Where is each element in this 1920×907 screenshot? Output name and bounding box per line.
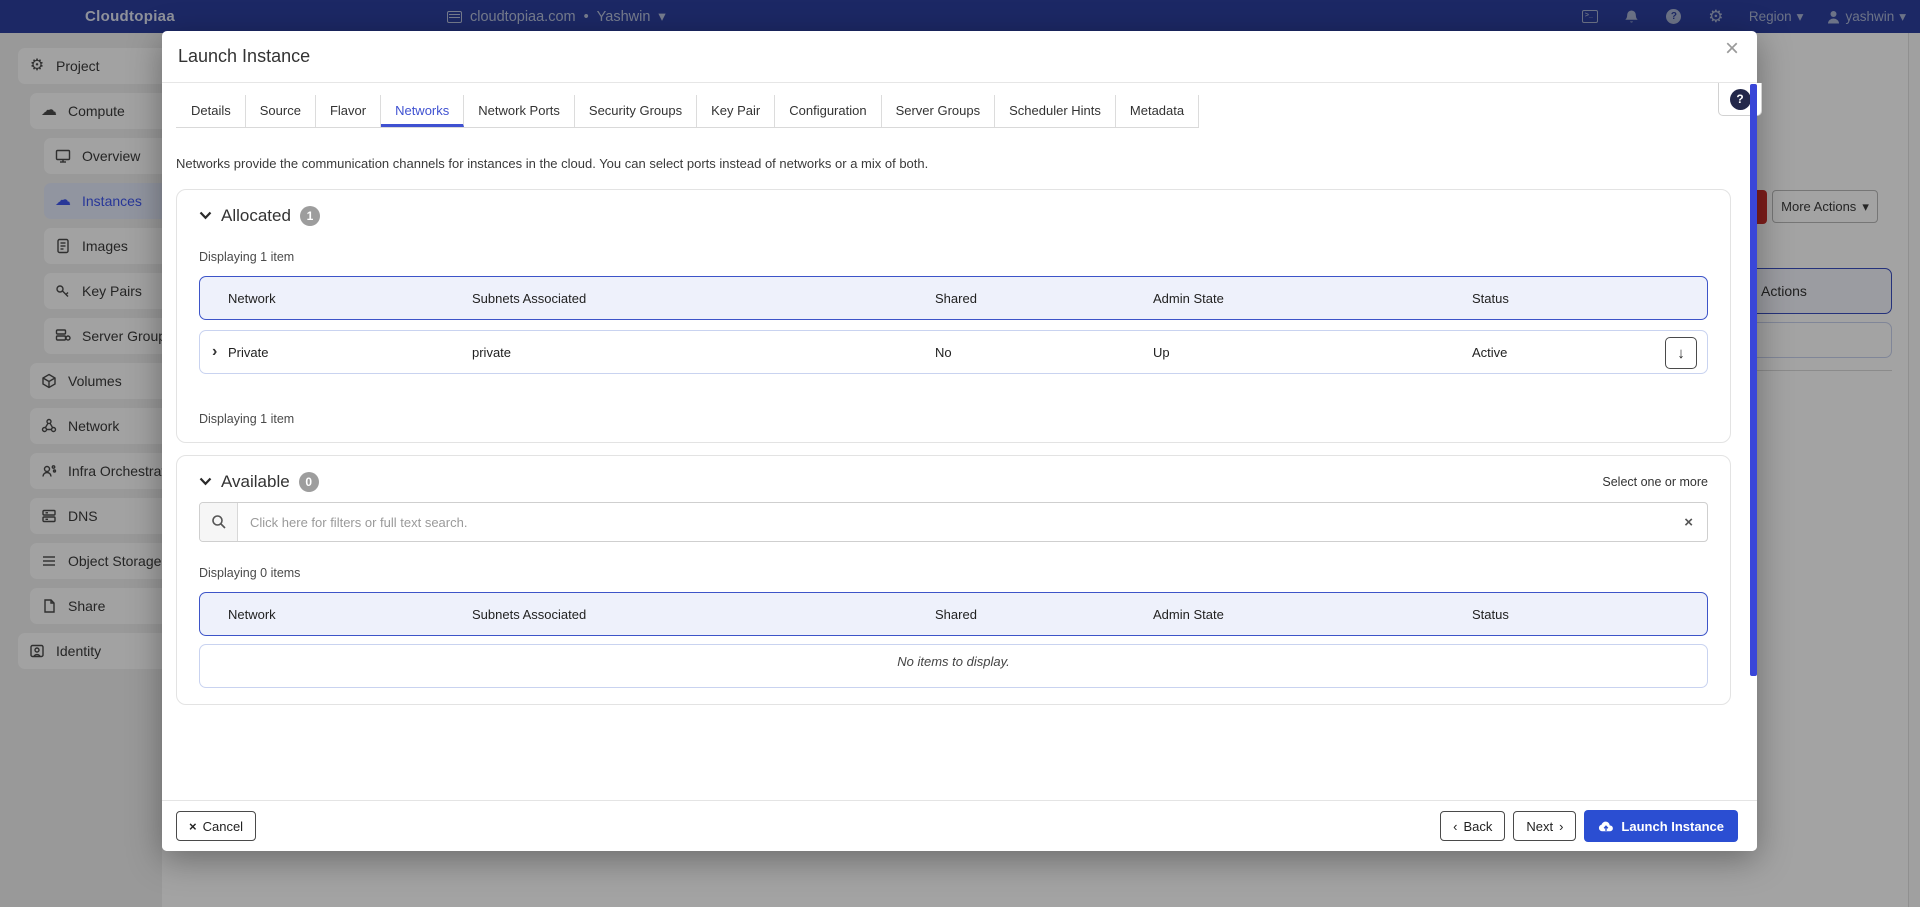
column-shared: Shared: [935, 291, 1153, 306]
x-icon: ×: [189, 819, 197, 834]
help-icon: ?: [1730, 89, 1751, 110]
column-admin-state: Admin State: [1153, 607, 1472, 622]
cloud-upload-icon: [1598, 820, 1614, 833]
column-status: Status: [1472, 291, 1707, 306]
deallocate-arrow-button[interactable]: ↓: [1665, 337, 1697, 369]
column-subnets-associated: Subnets Associated: [472, 291, 935, 306]
available-displaying: Displaying 0 items: [199, 566, 1708, 580]
tab-flavor[interactable]: Flavor: [316, 95, 381, 127]
tab-configuration[interactable]: Configuration: [775, 95, 881, 127]
cell-shared: No: [935, 345, 1153, 360]
allocated-table-header: Network Subnets Associated Shared Admin …: [199, 276, 1708, 320]
next-label: Next: [1526, 819, 1553, 834]
cell-network: Private: [228, 345, 472, 360]
collapse-chevron-icon[interactable]: [199, 207, 212, 225]
allocated-count-badge: 1: [300, 206, 320, 226]
cell-admin-state: Up: [1153, 345, 1472, 360]
close-icon[interactable]: ×: [1725, 35, 1739, 63]
select-hint: Select one or more: [1602, 475, 1708, 489]
column-status: Status: [1472, 607, 1707, 622]
tab-description: Networks provide the communication chann…: [176, 156, 1731, 171]
allocated-panel: Allocated 1 Displaying 1 item Network Su…: [176, 189, 1731, 443]
column-shared: Shared: [935, 607, 1153, 622]
launch-instance-button[interactable]: Launch Instance: [1584, 810, 1738, 842]
modal-scrollbar[interactable]: [1750, 84, 1757, 676]
column-network: Network: [228, 607, 472, 622]
modal-footer: × Cancel ‹ Back Next › Launch Instance: [162, 800, 1757, 851]
application-window: Cloudtopiaa cloudtopiaa.com • Yashwin ▾ …: [0, 0, 1920, 907]
allocated-network-row: › Private private No Up Active ↓: [199, 330, 1708, 374]
back-label: Back: [1463, 819, 1492, 834]
column-admin-state: Admin State: [1153, 291, 1472, 306]
tab-server-groups[interactable]: Server Groups: [882, 95, 996, 127]
footer-right-buttons: ‹ Back Next › Launch Instance: [1440, 810, 1738, 842]
tab-network-ports[interactable]: Network Ports: [464, 95, 575, 127]
available-panel: Available 0 Select one or more × Display…: [176, 455, 1731, 705]
tab-source[interactable]: Source: [246, 95, 316, 127]
tab-key-pair[interactable]: Key Pair: [697, 95, 775, 127]
allocated-header: Allocated 1: [199, 206, 1708, 226]
network-filter-searchbar: ×: [199, 502, 1708, 542]
available-table-header: Network Subnets Associated Shared Admin …: [199, 592, 1708, 636]
allocated-displaying-bottom: Displaying 1 item: [199, 412, 1708, 426]
cell-subnets: private: [472, 345, 935, 360]
modal-header: Launch Instance ×: [162, 31, 1757, 83]
available-count-badge: 0: [299, 472, 319, 492]
column-subnets-associated: Subnets Associated: [472, 607, 935, 622]
expand-chevron-icon[interactable]: ›: [212, 344, 228, 360]
collapse-chevron-icon[interactable]: [199, 473, 212, 491]
column-network: Network: [228, 291, 472, 306]
allocated-displaying-top: Displaying 1 item: [199, 250, 1708, 264]
search-icon: [200, 503, 238, 541]
tab-metadata[interactable]: Metadata: [1116, 95, 1199, 127]
launch-label: Launch Instance: [1621, 819, 1724, 834]
arrow-down-icon: ↓: [1677, 345, 1685, 362]
next-button[interactable]: Next ›: [1513, 811, 1576, 841]
chevron-left-icon: ‹: [1453, 819, 1457, 834]
cancel-button[interactable]: × Cancel: [176, 811, 256, 841]
tab-security-groups[interactable]: Security Groups: [575, 95, 697, 127]
back-button[interactable]: ‹ Back: [1440, 811, 1505, 841]
launch-instance-modal: Launch Instance × Details Source Flavor …: [162, 31, 1757, 851]
available-header: Available 0 Select one or more: [199, 472, 1708, 492]
clear-search-icon[interactable]: ×: [1670, 514, 1707, 531]
modal-title: Launch Instance: [178, 46, 310, 67]
search-input[interactable]: [238, 515, 1670, 530]
allocated-title: Allocated: [221, 206, 291, 226]
modal-body: Networks provide the communication chann…: [162, 136, 1750, 800]
cancel-label: Cancel: [203, 819, 243, 834]
tab-details[interactable]: Details: [176, 95, 246, 127]
available-title: Available: [221, 472, 290, 492]
chevron-right-icon: ›: [1559, 819, 1563, 834]
tab-scheduler-hints[interactable]: Scheduler Hints: [995, 95, 1116, 127]
wizard-tabs: Details Source Flavor Networks Network P…: [176, 95, 1199, 128]
tab-networks[interactable]: Networks: [381, 95, 464, 127]
available-empty-row: No items to display.: [199, 644, 1708, 688]
